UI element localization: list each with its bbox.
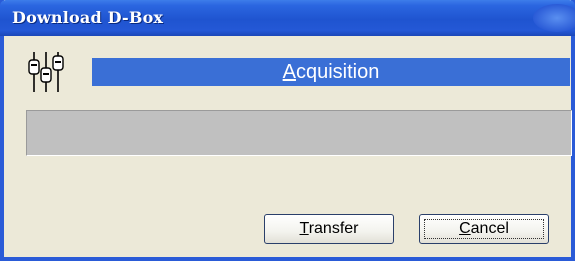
transfer-accel: T [299,220,309,237]
cancel-button[interactable]: Cancel [419,214,549,244]
acquisition-header: Acquisition [92,58,570,86]
progress-bar [26,110,572,156]
header-label: Acquisition [283,61,380,84]
transfer-button[interactable]: Transfer [264,214,394,244]
cancel-label: Cancel [459,220,509,238]
header-accel: A [282,60,296,83]
header-rest: cquisition [295,60,380,83]
sliders-icon [26,48,70,96]
transfer-rest: ransfer [308,220,359,237]
cancel-rest: ancel [470,220,509,237]
cancel-accel: C [459,220,471,237]
download-dialog: Download D-Box Acquisition Transfer Canc… [0,0,575,261]
transfer-label: Transfer [300,220,359,238]
title-bar[interactable]: Download D-Box [0,0,575,36]
window-title: Download D-Box [12,8,164,27]
